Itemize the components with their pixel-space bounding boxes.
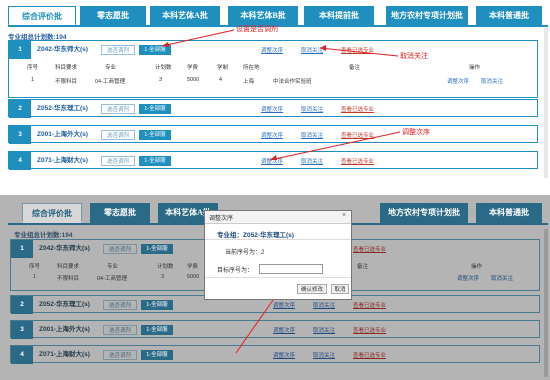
scrollbar[interactable] [544,28,548,178]
annotation-arrows [161,29,401,161]
dialog-divider [205,239,351,240]
target-order-label: 目标序号为： [217,268,254,274]
adjust-order-dialog: 调整次序 × 专业组：Z052-华东理工(s) 当前序号为：2 目标序号为： 确… [204,210,352,300]
target-order-input[interactable] [259,264,323,274]
dialog-titlebar: 调整次序 × [205,211,351,224]
current-order-text: 当前序号为：2 [225,250,265,256]
arrow-set-adjust [161,29,235,47]
arrowhead [320,45,326,51]
confirm-button[interactable]: 确认修改 [297,284,327,294]
cancel-button[interactable]: 取消 [331,284,349,294]
screenshot-top: 综合评价批 零志愿批 本科艺体A批 本科艺体B批 本科提前批 地方农村专项计划批… [0,0,550,181]
dialog-divider [205,277,351,278]
arrow-cancel-follow [319,47,399,57]
arrow-adjust-order [269,131,401,161]
scrollbar[interactable] [544,229,548,377]
dialog-title: 调整次序 [209,216,234,222]
dialog-group-name: 专业组：Z052-华东理工(s) [217,232,294,239]
close-icon[interactable]: × [342,212,346,219]
arrowhead [270,155,277,160]
